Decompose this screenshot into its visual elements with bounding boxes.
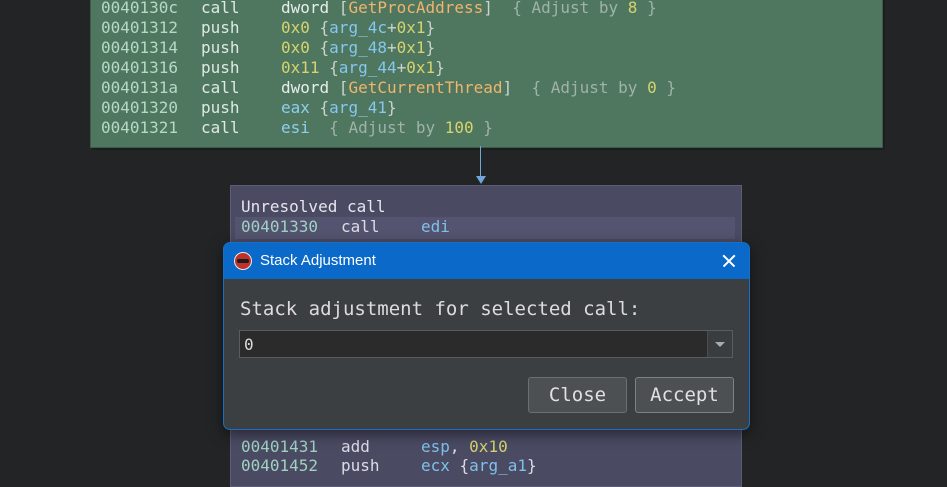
asm-token: + <box>386 18 397 37</box>
asm-address: 00401452 <box>241 456 319 475</box>
asm-token: esi <box>281 118 310 137</box>
asm-token: { <box>309 38 330 57</box>
asm-token: GetCurrentThread <box>348 78 503 97</box>
asm-mnemonic: call <box>201 0 240 17</box>
asm-operands: edi <box>421 217 450 237</box>
asm-token: } <box>435 58 445 77</box>
asm-token: 0x0 <box>281 38 310 57</box>
asm-token: 0x0 <box>281 18 310 37</box>
close-button[interactable]: Close <box>528 377 627 413</box>
code-block-top[interactable]: 0040130c call dword [GetProcAddress] { Adj… <box>90 0 883 148</box>
asm-token: { <box>309 18 330 37</box>
asm-token: + <box>386 38 397 57</box>
dropdown-button[interactable] <box>707 331 732 357</box>
asm-operands: 0x0 {arg_4c+0x1} <box>281 18 435 38</box>
asm-token: { Adjust by <box>512 78 648 97</box>
asm-address: 00401314 <box>101 38 179 57</box>
dialog-titlebar[interactable]: Stack Adjustment <box>224 243 749 279</box>
asm-operands: 0x11 {arg_44+0x1} <box>281 58 445 78</box>
stack-adjustment-dialog: Stack Adjustment Stack adjustment for se… <box>223 242 750 430</box>
asm-token: 100 <box>444 118 474 137</box>
asm-mnemonic: push <box>341 456 380 475</box>
asm-token: eax <box>281 98 310 117</box>
flow-arrow-head <box>476 176 486 184</box>
asm-mnemonic: call <box>201 78 240 97</box>
asm-address: 00401316 <box>101 58 179 77</box>
asm-token: 0x10 <box>469 437 508 456</box>
asm-operands: 0x0 {arg_48+0x1} <box>281 38 435 58</box>
asm-token: } <box>386 98 397 117</box>
asm-operands: eax {arg_41} <box>281 98 397 118</box>
asm-operands: ecx {arg_a1} <box>421 456 537 476</box>
asm-token: } <box>656 78 676 97</box>
asm-address: 00401431 <box>241 437 319 456</box>
asm-mnemonic: add <box>341 437 370 456</box>
asm-token: arg_44 <box>338 58 397 77</box>
prompt-label: Stack adjustment for selected call: <box>240 298 641 320</box>
asm-token: , <box>449 437 470 456</box>
asm-token: 0x1 <box>396 38 426 57</box>
asm-token: { <box>319 58 339 77</box>
close-icon[interactable] <box>717 249 741 273</box>
asm-token: } <box>473 118 493 137</box>
asm-token: 0x1 <box>396 18 426 37</box>
asm-token: { Adjust by <box>492 0 628 17</box>
asm-operands: dword [GetCurrentThread] { Adjust by 0 } <box>281 78 676 98</box>
chevron-down-icon <box>715 342 725 347</box>
asm-token: 8 <box>627 0 638 17</box>
asm-address: 0040130c <box>101 0 179 17</box>
asm-token: } <box>425 18 436 37</box>
asm-address: 00401312 <box>101 18 179 37</box>
asm-token: ] <box>483 0 493 17</box>
asm-token: esp <box>421 437 450 456</box>
asm-token: arg_a1 <box>469 456 527 475</box>
asm-mnemonic: push <box>201 58 240 77</box>
asm-token: dword <box>281 0 339 17</box>
asm-mnemonic: push <box>201 98 240 117</box>
asm-token: } <box>526 456 537 475</box>
asm-mnemonic: call <box>341 217 380 236</box>
asm-token: arg_41 <box>329 98 387 117</box>
stack-adjustment-input[interactable] <box>240 331 714 357</box>
asm-token: } <box>637 0 657 17</box>
asm-token: { Adjust by <box>309 118 445 137</box>
app-icon <box>234 252 252 270</box>
asm-token: 0x1 <box>406 58 436 77</box>
asm-token: { <box>309 98 330 117</box>
asm-token: [ <box>338 0 349 17</box>
asm-operands: esp, 0x10 <box>421 437 508 457</box>
asm-mnemonic: push <box>201 18 240 37</box>
asm-operands: dword [GetProcAddress] { Adjust by 8 } <box>281 0 657 18</box>
asm-token: ecx <box>421 456 450 475</box>
accept-button[interactable]: Accept <box>635 377 734 413</box>
asm-operands: esi { Adjust by 100 } <box>281 118 493 138</box>
asm-token: + <box>396 58 407 77</box>
asm-token: } <box>425 38 436 57</box>
block-title: Unresolved call <box>241 197 386 216</box>
asm-token: 0x11 <box>281 58 320 77</box>
asm-token: GetProcAddress <box>348 0 484 17</box>
asm-token: dword <box>281 78 339 97</box>
asm-address: 00401321 <box>101 118 179 137</box>
asm-mnemonic: call <box>201 118 240 137</box>
asm-address: 00401320 <box>101 98 179 117</box>
asm-token: edi <box>421 217 450 236</box>
asm-address: 0040131a <box>101 78 179 97</box>
asm-token: [ <box>338 78 349 97</box>
asm-mnemonic: push <box>201 38 240 57</box>
asm-address: 00401330 <box>241 217 319 236</box>
asm-token: 0 <box>647 78 657 97</box>
asm-token: arg_48 <box>329 38 387 57</box>
dialog-title: Stack Adjustment <box>260 252 376 269</box>
stack-adjustment-combobox[interactable] <box>239 330 733 358</box>
flow-edge <box>480 146 481 178</box>
asm-token: arg_4c <box>329 18 387 37</box>
asm-token: ] <box>502 78 513 97</box>
asm-token: { <box>449 456 470 475</box>
